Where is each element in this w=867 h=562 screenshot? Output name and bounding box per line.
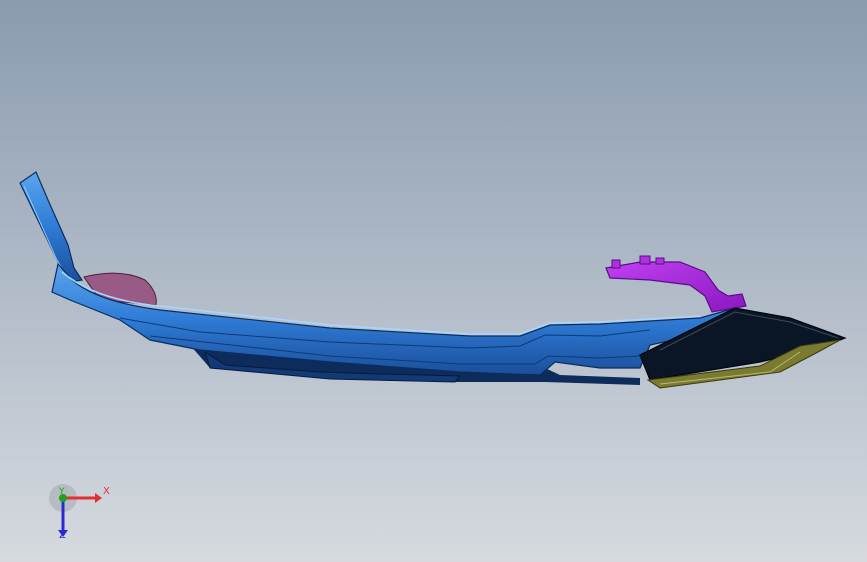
model-view[interactable] bbox=[0, 0, 867, 562]
graphics-viewport[interactable]: X Y Z bbox=[0, 0, 867, 562]
triad-y-label: Y bbox=[59, 487, 65, 497]
bracket-pin-a bbox=[611, 259, 621, 269]
triad-x-label: X bbox=[103, 486, 110, 497]
coordinate-triad: X Y Z bbox=[40, 478, 120, 548]
bracket-pin-c bbox=[655, 257, 665, 265]
triad-z-label: Z bbox=[59, 530, 66, 541]
bracket-pin-b bbox=[639, 255, 651, 265]
